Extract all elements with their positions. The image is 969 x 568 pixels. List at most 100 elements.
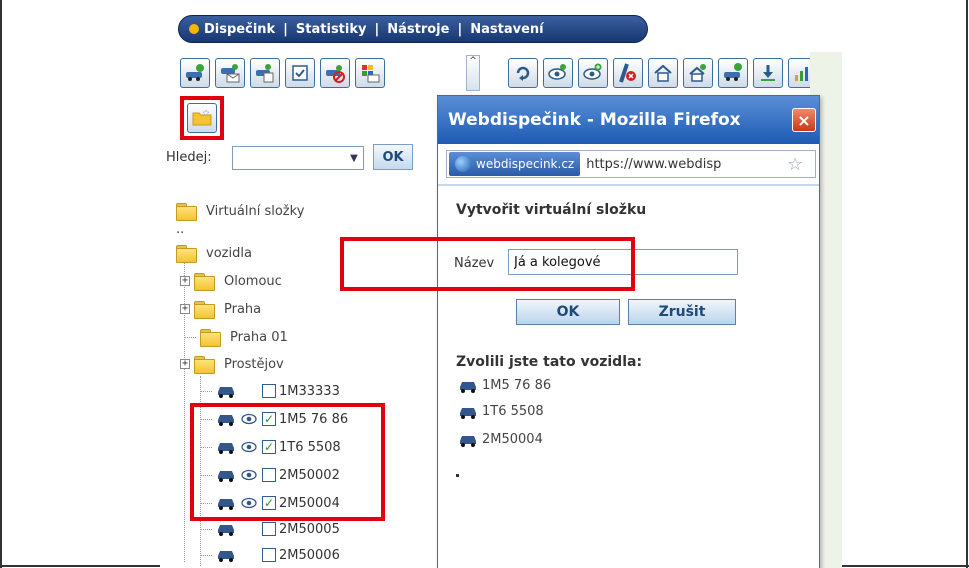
tree-folder-praha-01[interactable]: Praha 01 (184, 326, 288, 348)
download-button[interactable] (753, 58, 783, 88)
cancel-button[interactable]: Zrušit (628, 299, 736, 325)
nav-nastaveni[interactable]: Nastavení (470, 22, 543, 37)
tree-branch-line (200, 390, 212, 392)
search-input[interactable] (232, 146, 364, 170)
selected-vehicle-item: 2M50004 (458, 432, 543, 447)
status-dot-icon (189, 24, 199, 34)
main-nav: Dispečink | Statistiky | Nástroje | Nast… (178, 15, 648, 43)
app-screenshot: Dispečink | Statistiky | Nástroje | Nast… (160, 0, 842, 568)
site-badge-label: webdispecink.cz (476, 157, 575, 171)
tree-folder-label: Olomouc (224, 273, 282, 289)
frame-left-border (0, 0, 2, 568)
route-cancel-button[interactable] (613, 58, 643, 88)
vehicle-remove-icon (326, 65, 345, 83)
vehicle-remove-button[interactable] (320, 58, 350, 88)
tree-folder-label: Praha (224, 301, 262, 317)
eye-placeholder (240, 522, 258, 536)
show-vehicle-button[interactable] (543, 58, 573, 88)
popup-titlebar[interactable]: Webdispečink - Mozilla Firefox (438, 96, 819, 144)
car-icon (216, 548, 236, 562)
eye-placeholder (240, 548, 258, 562)
show-add-button[interactable] (578, 58, 608, 88)
vehicle-copy-button[interactable] (250, 58, 280, 88)
url-text: https://www.webdisp (586, 156, 722, 172)
popup-title: Webdispečink - Mozilla Firefox (448, 110, 741, 130)
vehicle-copy-icon (256, 64, 274, 83)
search-label: Hledej: (166, 150, 212, 165)
tree-branch-line (184, 336, 196, 338)
close-button[interactable]: × (792, 108, 816, 132)
tree-parent-item[interactable]: .. (176, 218, 184, 240)
eye-add-icon (583, 63, 602, 80)
ok-button[interactable]: OK (516, 299, 620, 325)
tree-branch-line (200, 554, 212, 556)
tree-folder-label: Praha 01 (230, 329, 288, 345)
folder-icon (194, 273, 215, 291)
toolbar-scroll-up[interactable]: ^ (466, 55, 480, 91)
virtual-folders-label: Virtuální složky (206, 203, 305, 219)
status-dot (456, 474, 459, 477)
tree-folder-olomouc[interactable]: + Olomouc (180, 270, 282, 292)
vehicle-add-button[interactable] (718, 58, 748, 88)
checkbox-icon (292, 65, 308, 81)
tree-folder-prostejov[interactable]: + Prostějov (180, 353, 284, 375)
nav-dispecink[interactable]: Dispečink (204, 22, 275, 37)
palette-message-icon (362, 65, 380, 83)
vehicle-message-button[interactable] (215, 58, 245, 88)
bookmark-star-icon[interactable]: ☆ (787, 154, 803, 175)
virtual-folders-item[interactable]: Virtuální složky (176, 200, 304, 222)
chevron-down-icon[interactable]: ▼ (346, 148, 362, 168)
home-info-icon (689, 64, 706, 82)
nav-separator: | (283, 21, 288, 37)
vehicle-checkbox[interactable] (262, 548, 276, 562)
nav-nastroje[interactable]: Nástroje (387, 22, 449, 37)
expand-icon[interactable]: + (180, 276, 190, 286)
name-field-highlight (340, 237, 635, 291)
eye-placeholder (240, 384, 258, 398)
car-icon (458, 405, 478, 419)
home-button[interactable] (648, 58, 678, 88)
eye-icon (548, 64, 566, 80)
selected-vehicle-label: 1M5 76 86 (482, 378, 552, 393)
expand-icon[interactable]: + (180, 359, 190, 369)
download-icon (761, 65, 775, 81)
virtual-folder-icon (176, 203, 197, 221)
car-icon (216, 522, 236, 536)
car-icon (458, 433, 478, 447)
color-message-button[interactable] (355, 58, 385, 88)
vehicle-label: 1M33333 (279, 383, 340, 399)
new-folder-highlight (180, 96, 224, 140)
vehicle-row[interactable]: 2M50005 (200, 518, 340, 540)
car-icon (458, 379, 478, 393)
select-all-button[interactable] (285, 58, 315, 88)
tree-branch-line (200, 528, 212, 530)
folder-icon (200, 329, 221, 347)
home-info-button[interactable] (683, 58, 713, 88)
refresh-icon (516, 66, 530, 81)
route-cancel-icon (619, 63, 636, 83)
nav-statistiky[interactable]: Statistiky (296, 22, 367, 37)
frame-right-border (966, 0, 968, 568)
tree-root-folder[interactable]: vozidla (176, 242, 252, 264)
url-bar[interactable]: webdispecink.cz https://www.webdisp ☆ (446, 150, 816, 178)
nav-separator: | (457, 21, 463, 37)
site-identity-button[interactable]: webdispecink.cz (449, 152, 581, 176)
vehicle-info-button[interactable] (180, 58, 210, 88)
vehicle-message-icon (221, 64, 240, 83)
selected-vehicle-item: 1M5 76 86 (458, 378, 551, 393)
selected-vehicles-heading: Zvolili jste tato vozidla: (456, 354, 643, 370)
tree-folder-label: Prostějov (224, 356, 284, 372)
vehicle-label: 2M50006 (279, 547, 340, 563)
vehicle-row[interactable]: 2M50006 (200, 544, 340, 566)
tree-folder-praha[interactable]: + Praha (180, 298, 261, 320)
nav-separator: | (374, 21, 380, 37)
vehicle-checkbox[interactable] (262, 384, 276, 398)
globe-icon (455, 156, 471, 172)
vehicle-add-icon (724, 63, 742, 81)
selected-vehicle-label: 1T6 5508 (482, 404, 544, 419)
expand-icon[interactable]: + (180, 304, 190, 314)
search-ok-button[interactable]: OK (373, 144, 413, 170)
vehicle-row[interactable]: 1M33333 (200, 380, 340, 402)
vehicle-checkbox[interactable] (262, 522, 276, 536)
refresh-button[interactable] (508, 58, 538, 88)
